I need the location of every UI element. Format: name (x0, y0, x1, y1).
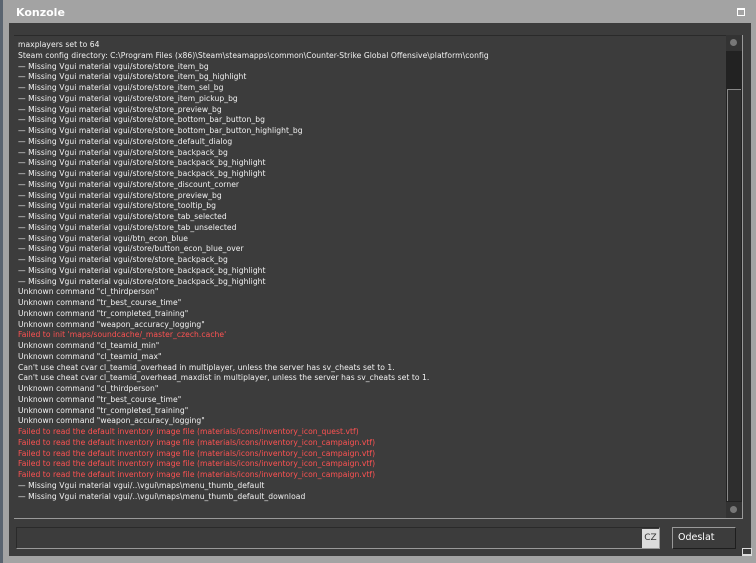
send-button[interactable]: Odeslat (672, 527, 736, 549)
scrollbar-thumb[interactable] (727, 89, 741, 501)
console-line-error: Failed to read the default inventory ima… (18, 448, 376, 458)
console-line: — Missing Vgui material vgui/store/store… (18, 115, 265, 125)
console-line: Unknown command "cl_teamid_max" (18, 351, 162, 361)
console-line-error: Failed to read the default inventory ima… (18, 459, 376, 469)
console-line: — Missing Vgui material vgui/store/store… (18, 83, 224, 92)
console-line: — Missing Vgui material vgui/store/store… (18, 158, 266, 168)
console-line: — Missing Vgui material vgui/store/store… (18, 265, 266, 275)
scroll-down-icon (730, 506, 737, 513)
console-line: — Missing Vgui material vgui/store/store… (18, 222, 237, 232)
console-line: — Missing Vgui material vgui/store/store… (18, 61, 209, 71)
console-line-error: Failed to init 'maps/soundcache/_master_… (18, 330, 227, 340)
console-line: Unknown command "tr_best_course_time" (18, 298, 182, 307)
console-line: maxplayers set to 64 (18, 40, 100, 49)
console-line: — Missing Vgui material vgui/btn_econ_bl… (18, 233, 189, 243)
console-lines: maxplayers set to 64 Steam config directo… (18, 40, 489, 502)
console-line: — Missing Vgui material vgui/..\vgui\map… (18, 480, 265, 490)
console-line: — Missing Vgui material vgui/store/store… (18, 179, 240, 189)
console-line: — Missing Vgui material vgui/..\vgui\map… (18, 491, 306, 501)
console-line: Steam config directory: C:\Program Files… (18, 50, 489, 60)
console-line: Unknown command "tr_completed_training" (18, 308, 189, 318)
console-line: Unknown command "cl_thirdperson" (18, 287, 159, 297)
console-line: — Missing Vgui material vgui/store/store… (18, 93, 238, 103)
console-line-error: Failed to read the default inventory ima… (18, 437, 376, 447)
console-line: — Missing Vgui material vgui/store/store… (18, 190, 222, 200)
scroll-up-button[interactable] (726, 35, 742, 51)
scroll-down-button[interactable] (726, 502, 742, 518)
scroll-up-icon (730, 39, 737, 46)
console-line: Can't use cheat cvar cl_teamid_overhead … (18, 362, 395, 372)
console-line: — Missing Vgui material vgui/store/store… (18, 276, 266, 286)
scrollbar[interactable] (726, 35, 743, 519)
resize-grip-icon[interactable] (742, 548, 752, 556)
console-line: — Missing Vgui material vgui/store/butto… (18, 244, 244, 254)
console-output: maxplayers set to 64 Steam config directo… (14, 35, 727, 519)
language-badge: CZ (642, 529, 659, 548)
console-line-error: Failed to read the default inventory ima… (18, 470, 376, 479)
console-line: Unknown command "tr_best_course_time" (18, 394, 182, 404)
console-line-error: Failed to read the default inventory ima… (18, 427, 359, 436)
console-line: — Missing Vgui material vgui/store/store… (18, 104, 222, 114)
console-line: — Missing Vgui material vgui/store/store… (18, 201, 217, 211)
console-line: — Missing Vgui material vgui/store/store… (18, 126, 303, 135)
console-line: — Missing Vgui material vgui/store/store… (18, 72, 247, 82)
console-line: — Missing Vgui material vgui/store/store… (18, 212, 227, 221)
console-line: Unknown command "cl_thirdperson" (18, 384, 159, 393)
console-line: — Missing Vgui material vgui/store/store… (18, 136, 233, 146)
console-line: Unknown command "weapon_accuracy_logging… (18, 416, 205, 426)
window-title: Konzole (16, 6, 65, 19)
console-line: Can't use cheat cvar cl_teamid_overhead_… (18, 373, 430, 383)
maximize-icon[interactable] (737, 8, 745, 16)
console-line: — Missing Vgui material vgui/store/store… (18, 147, 228, 157)
console-line: Unknown command "cl_teamid_min" (18, 341, 160, 350)
console-line: Unknown command "weapon_accuracy_logging… (18, 319, 205, 329)
console-line: — Missing Vgui material vgui/store/store… (18, 255, 228, 264)
console-line: Unknown command "tr_completed_training" (18, 405, 189, 415)
console-line: — Missing Vgui material vgui/store/store… (18, 169, 266, 178)
command-input[interactable] (16, 527, 660, 549)
